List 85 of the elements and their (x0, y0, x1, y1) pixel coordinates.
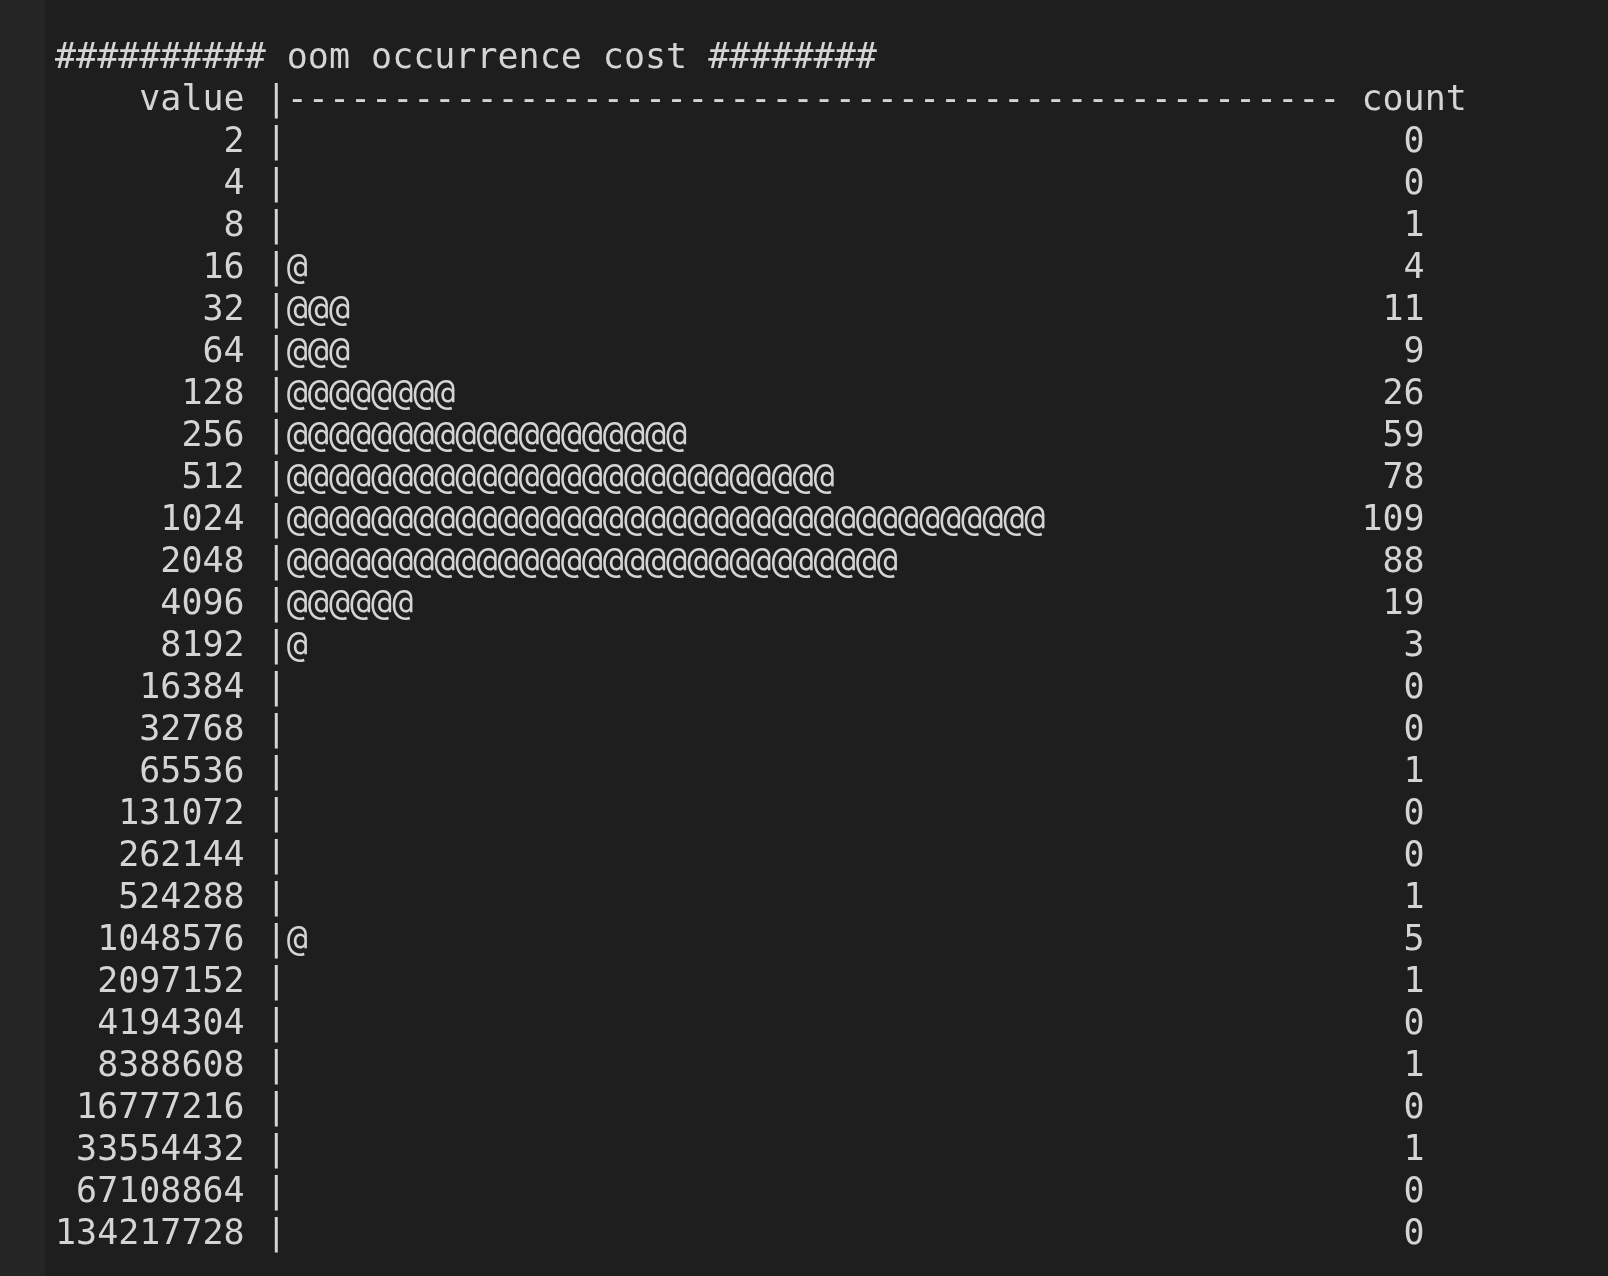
histogram-bar-text: |@@@@@@ (265, 582, 414, 622)
histogram-bar-text: | (265, 1170, 287, 1210)
count-label: 78 (1381, 456, 1425, 496)
histogram-bar-text: |@@@@@@@@@@@@@@@@@@@ (265, 414, 688, 454)
count-label: 4 (1402, 246, 1425, 286)
value-label: 4194304 (97, 1002, 245, 1042)
histogram-bar-text: | (265, 834, 287, 874)
count-label: 3 (1402, 624, 1425, 664)
histogram-bar-text: | (265, 708, 287, 748)
count-label: 1 (1402, 750, 1425, 790)
count-label: 0 (1402, 666, 1425, 706)
count-label: 19 (1381, 582, 1425, 622)
histogram-bar-text: |@@@@@@@@@@@@@@@@@@@@@@@@@@@@@@@@@@@@ (265, 498, 1046, 538)
count-label: 26 (1381, 372, 1425, 412)
value-label: 134217728 (55, 1212, 245, 1252)
value-label: 64 (202, 330, 245, 370)
count-label: 5 (1402, 918, 1425, 958)
count-label: 0 (1402, 1086, 1425, 1126)
axis-text: |-------------------------------------------------- (265, 78, 1341, 118)
value-label: 16777216 (76, 1086, 245, 1126)
count-label: 11 (1381, 288, 1425, 328)
count-label: 0 (1402, 708, 1425, 748)
histogram-bar-text: | (265, 960, 287, 1000)
value-label: 65536 (139, 750, 245, 790)
value-label: 256 (181, 414, 245, 454)
count-label: 1 (1402, 1044, 1425, 1084)
count-label: 0 (1402, 1002, 1425, 1042)
count-label: 1 (1402, 960, 1425, 1000)
histogram-bar-text: | (265, 750, 287, 790)
value-label: 16 (202, 246, 245, 286)
histogram-bar-text: |@ (265, 918, 308, 958)
value-label: 1048576 (97, 918, 245, 958)
histogram-bar-text: |@ (265, 246, 308, 286)
histogram-bar-text: | (265, 1128, 287, 1168)
value-label: 524288 (118, 876, 245, 916)
value-label: 16384 (139, 666, 245, 706)
histogram-bar-text: | (265, 120, 287, 160)
count-label: 1 (1402, 1128, 1425, 1168)
count-label: 88 (1381, 540, 1425, 580)
histogram-bar-text: |@@@@@@@@@@@@@@@@@@@@@@@@@@@@@ (265, 540, 898, 580)
value-label: 128 (181, 372, 245, 412)
count-label: 0 (1402, 792, 1425, 832)
histogram-bar-text: | (265, 162, 287, 202)
count-label: 1 (1402, 876, 1425, 916)
histogram-bar-text: |@@@ (265, 330, 350, 370)
histogram-bar-text: | (265, 204, 287, 244)
value-label: 4096 (160, 582, 245, 622)
histogram-bar-text: |@@@@@@@@@@@@@@@@@@@@@@@@@@ (265, 456, 835, 496)
count-label: 0 (1402, 1212, 1425, 1252)
count-label: 109 (1361, 498, 1425, 538)
histogram-bar-text: | (265, 792, 287, 832)
histogram-bar-text: |@@@ (265, 288, 350, 328)
value-label: 8192 (160, 624, 245, 664)
histogram-bar-text: | (265, 1002, 287, 1042)
value-label: 33554432 (76, 1128, 245, 1168)
value-label: 8388608 (97, 1044, 245, 1084)
histogram-bar-text: | (265, 1044, 287, 1084)
value-header: value (139, 78, 245, 118)
histogram-title: ########## oom occurrence cost ######## (55, 35, 878, 77)
value-label: 67108864 (76, 1170, 245, 1210)
value-label: 512 (181, 456, 245, 496)
value-label: 8 (223, 204, 245, 244)
count-label: 9 (1402, 330, 1425, 370)
histogram-bar-text: | (265, 1086, 287, 1126)
count-label: 0 (1402, 834, 1425, 874)
value-label: 2097152 (97, 960, 245, 1000)
count-label: 1 (1402, 204, 1425, 244)
value-label: 32 (202, 288, 245, 328)
value-label: 4 (223, 162, 245, 202)
histogram-bar-text: | (265, 666, 287, 706)
count-label: 0 (1402, 1170, 1425, 1210)
count-label: 0 (1402, 162, 1425, 202)
value-label: 32768 (139, 708, 245, 748)
value-label: 131072 (118, 792, 245, 832)
count-label: 0 (1402, 120, 1425, 160)
histogram-bar-text: |@@@@@@@@ (265, 372, 456, 412)
value-label: 2 (223, 120, 245, 160)
value-label: 2048 (160, 540, 245, 580)
histogram-bar-text: | (265, 1212, 287, 1252)
count-label: 59 (1381, 414, 1425, 454)
count-header: count (1361, 78, 1467, 118)
histogram-bar-text: | (265, 876, 287, 916)
value-label: 262144 (118, 834, 245, 874)
value-label: 1024 (160, 498, 245, 538)
histogram-bar-text: |@ (265, 624, 308, 664)
